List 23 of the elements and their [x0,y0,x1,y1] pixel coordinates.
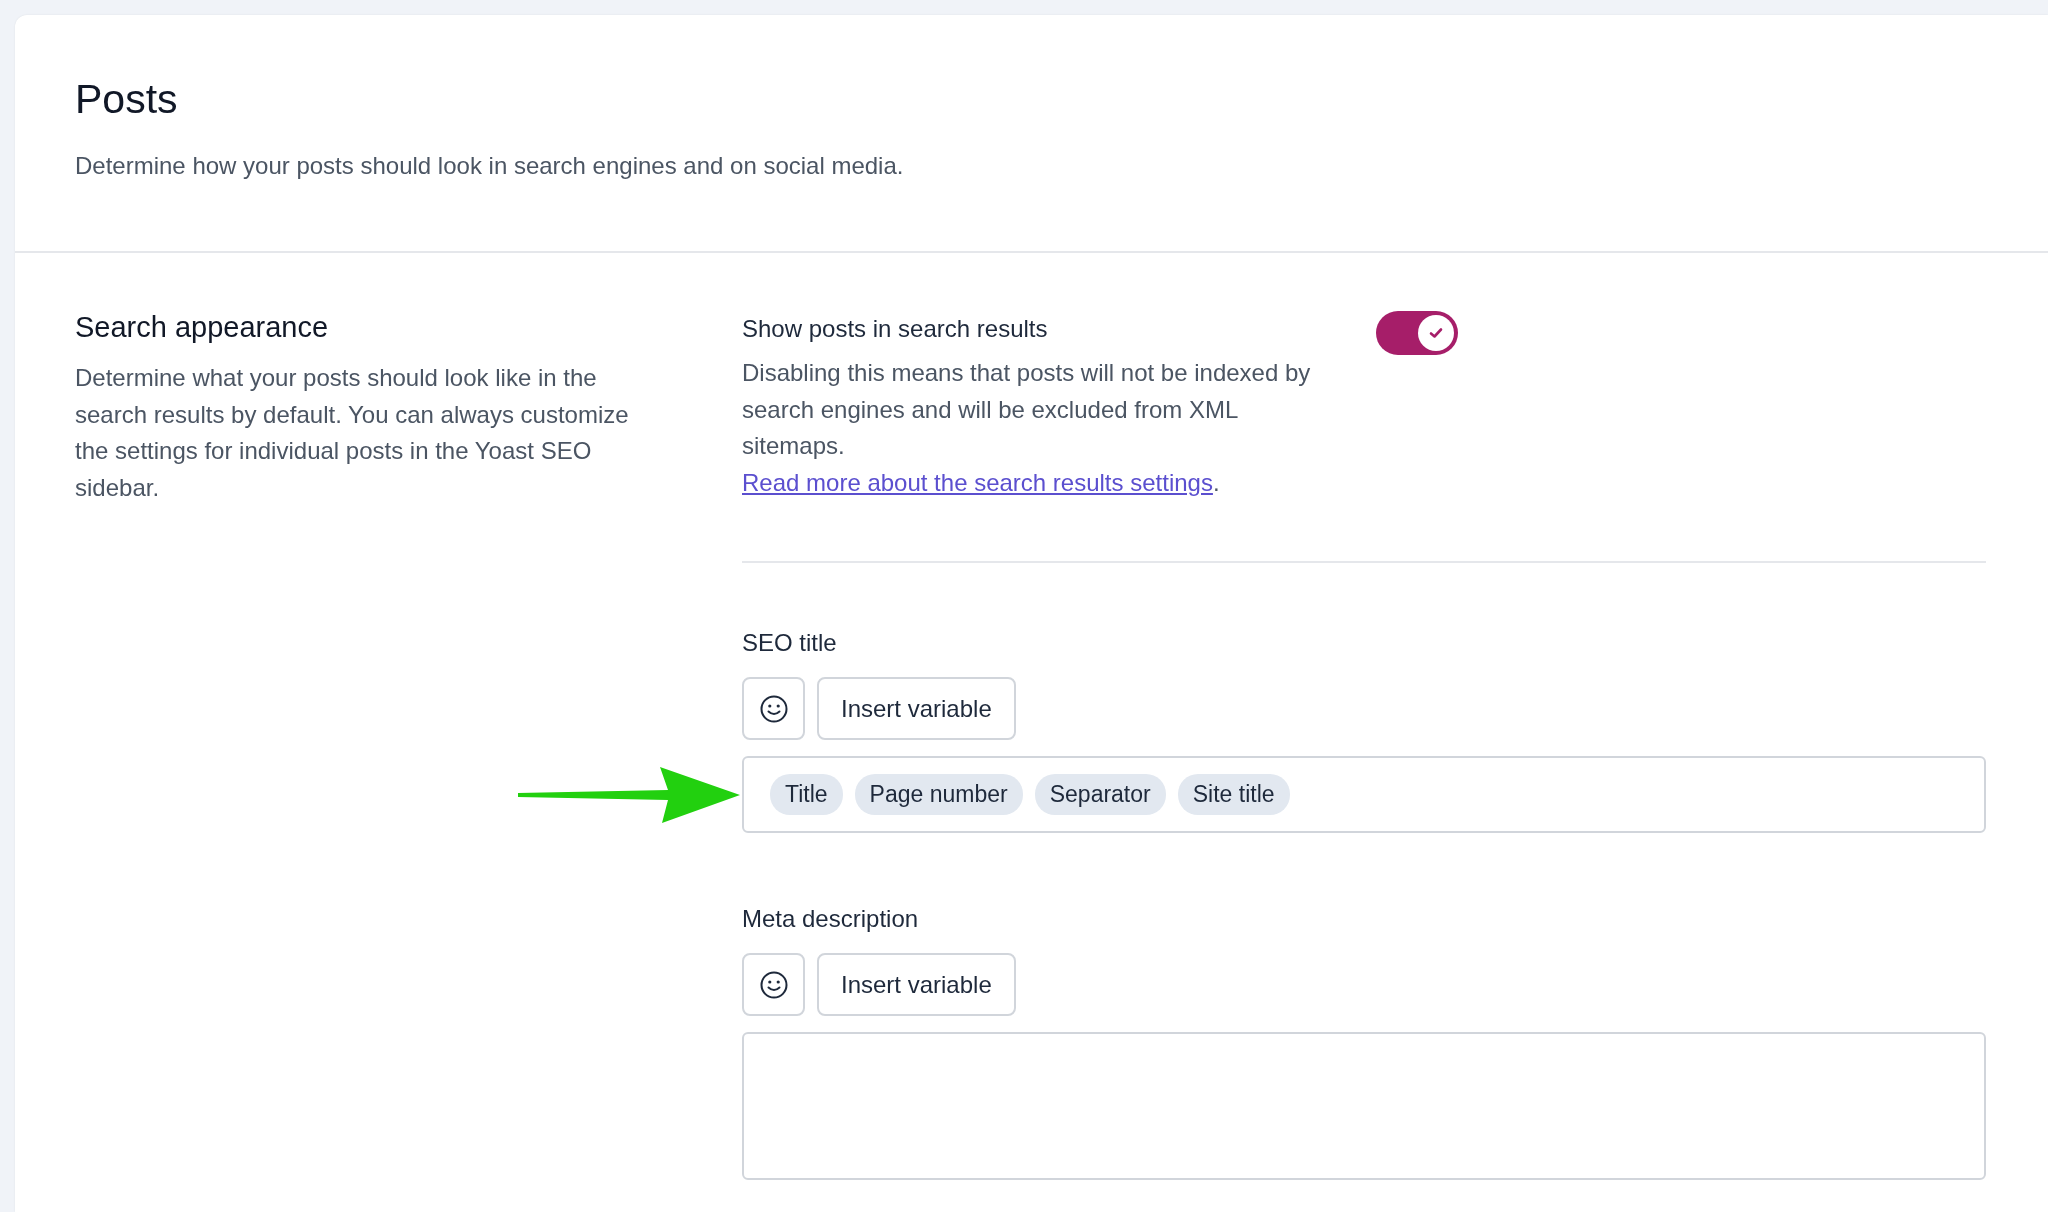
emoji-button[interactable] [742,677,805,740]
variable-chip[interactable]: Page number [854,774,1023,815]
page-description: Determine how your posts should look in search engines and on social media. [75,152,905,181]
seo-title-field[interactable]: Title Page number Separator Site title [742,756,1986,833]
field-label: SEO title [742,629,838,657]
emoji-button[interactable] [742,953,805,1016]
insert-variable-button[interactable]: Insert variable [817,953,1016,1016]
section-title: Search appearance [75,311,330,344]
smiley-icon [758,693,789,724]
page-title: Posts [75,75,179,124]
variable-chip[interactable]: Site title [1177,774,1290,815]
variable-chip[interactable]: Separator [1034,774,1166,815]
meta-description-field[interactable] [742,1032,1986,1180]
toggle-switch[interactable] [1376,311,1458,355]
section-description: Determine what your posts should look like in the search results by default. You can always customize the settings for individual posts in the Yoast SEO sidebar. [75,363,630,503]
smiley-icon [758,969,789,1000]
check-icon [1429,327,1443,339]
insert-variable-button[interactable]: Insert variable [817,677,1016,740]
setting-label: Show posts in search results [742,315,1049,343]
field-label: Meta description [742,905,920,933]
setting-description: Disabling this means that posts will not be indexed by search engines and will be excluded from XML sitemaps. Read more about the search results settings. [742,358,1312,498]
read-more-link[interactable]: Read more about the search results settings [742,468,1213,496]
variable-chip[interactable]: Title [770,774,843,815]
